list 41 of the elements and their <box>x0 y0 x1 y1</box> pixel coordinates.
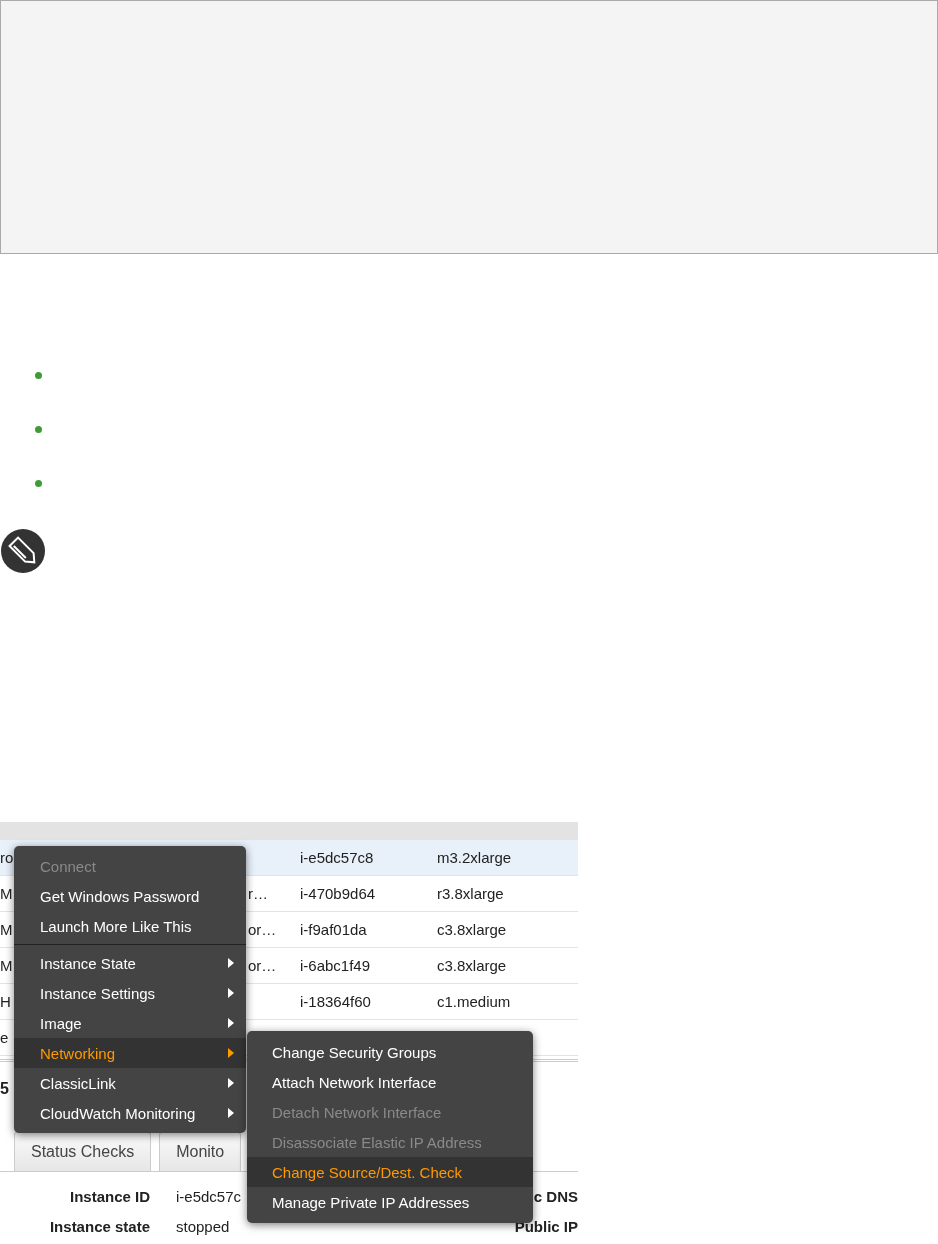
table-cell: i-e5dc57c8 <box>300 849 374 866</box>
table-cell: M <box>0 957 13 974</box>
table-cell: i-f9af01da <box>300 921 367 938</box>
table-cell: c1.medium <box>437 993 511 1010</box>
bullet-dot <box>35 425 42 433</box>
table-cell: M <box>0 921 13 938</box>
instance-heading: 5 <box>0 1080 9 1097</box>
table-cell: c3.8xlarge <box>437 957 507 974</box>
menu-item[interactable]: Manage Private IP Addresses <box>247 1187 533 1217</box>
table-cell: i-470b9d64 <box>300 885 376 902</box>
field-label: c DNS <box>533 1187 578 1205</box>
menu-item[interactable]: Get Windows Password <box>14 881 246 911</box>
table-cell: ro <box>0 849 14 866</box>
table-cell: i-6abc1f49 <box>300 957 371 974</box>
table-cell: c3.8xlarge <box>437 921 507 938</box>
menu-item[interactable]: Change Security Groups <box>247 1037 533 1067</box>
table-cell: e <box>0 1029 9 1046</box>
field-label: Public IP <box>514 1217 578 1235</box>
table-cell: r… <box>248 885 268 902</box>
menu-item[interactable]: ClassicLink <box>14 1068 246 1098</box>
tab[interactable]: Status Checks <box>14 1132 152 1171</box>
table-cell: m3.2xlarge <box>437 849 512 866</box>
bullet-dot <box>35 371 42 379</box>
menu-item[interactable]: Instance State <box>14 948 246 978</box>
table-cell: M <box>0 885 13 902</box>
table-cell: or… <box>248 921 277 938</box>
field-label: Instance ID <box>68 1187 150 1205</box>
tab[interactable]: Monito <box>159 1132 242 1171</box>
menu-item[interactable]: Attach Network Interface <box>247 1067 533 1097</box>
menu-item[interactable]: Networking <box>14 1038 246 1068</box>
menu-item[interactable]: Launch More Like This <box>14 911 246 941</box>
table-cell: i-18364f60 <box>300 993 371 1010</box>
field-label: Instance state <box>48 1217 150 1235</box>
table-cell: or… <box>248 957 277 974</box>
field-value: stopped <box>176 1217 230 1235</box>
menu-item[interactable]: CloudWatch Monitoring <box>14 1098 246 1128</box>
table-cell: r3.8xlarge <box>437 885 504 902</box>
field-value: i-e5dc57c <box>176 1187 242 1205</box>
bullet-dot <box>35 479 42 487</box>
table-cell: H <box>0 993 11 1010</box>
menu-item[interactable]: Change Source/Dest. Check <box>247 1157 533 1187</box>
